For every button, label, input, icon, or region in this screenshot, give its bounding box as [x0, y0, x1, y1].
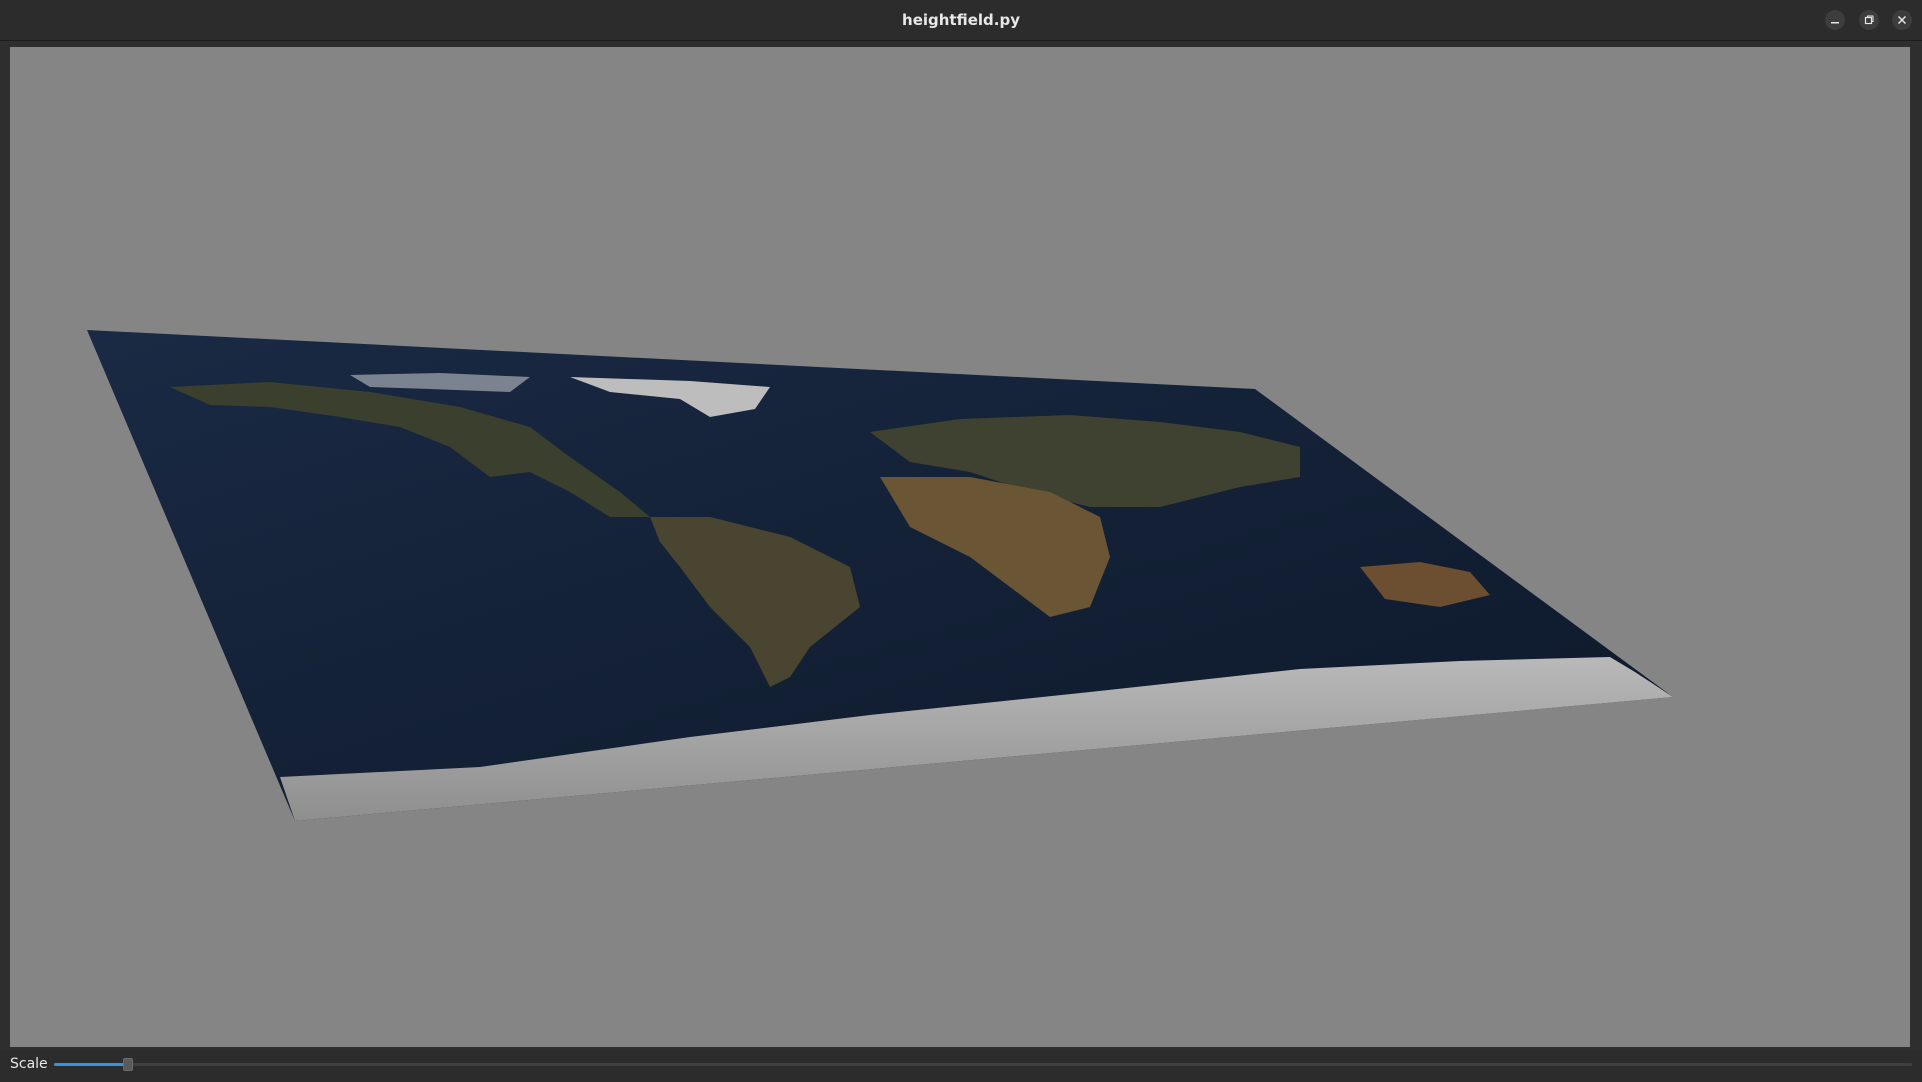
minimize-icon	[1831, 22, 1839, 24]
window-title: heightfield.py	[902, 11, 1020, 29]
render-viewport[interactable]	[10, 47, 1910, 1047]
scale-slider[interactable]	[54, 1057, 1912, 1071]
slider-fill	[54, 1063, 128, 1066]
scale-label: Scale	[10, 1056, 48, 1072]
restore-icon	[1864, 15, 1874, 25]
maximize-button[interactable]	[1859, 10, 1879, 30]
close-button[interactable]	[1892, 10, 1912, 30]
earth-heightfield-render	[87, 330, 1673, 821]
minimize-button[interactable]	[1825, 10, 1845, 30]
slider-track	[54, 1063, 1912, 1066]
close-icon	[1897, 15, 1907, 25]
title-bar: heightfield.py	[0, 0, 1922, 41]
slider-handle[interactable]	[123, 1058, 133, 1071]
